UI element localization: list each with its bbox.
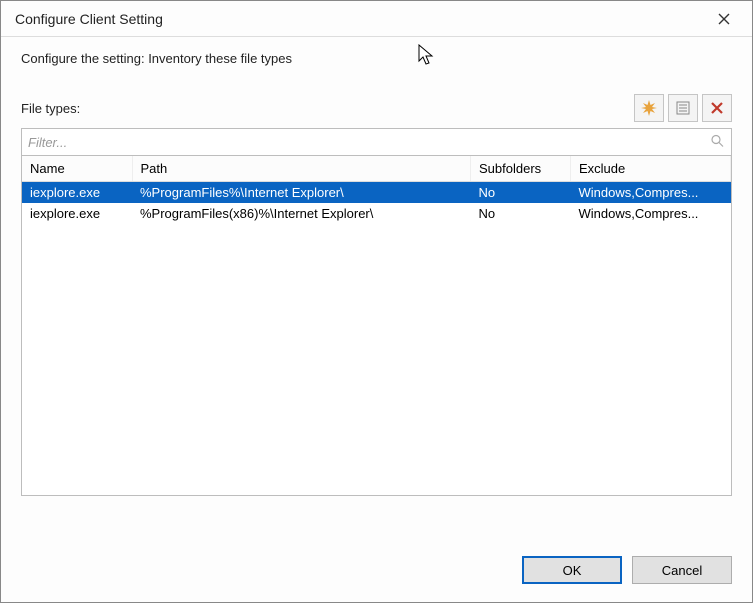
properties-icon [676, 101, 690, 115]
cell-path: %ProgramFiles%\Internet Explorer\ [132, 182, 471, 204]
file-types-label: File types: [21, 101, 630, 116]
col-header-path[interactable]: Path [132, 156, 471, 182]
col-header-exclude[interactable]: Exclude [571, 156, 731, 182]
content-area: Configure the setting: Inventory these f… [1, 37, 752, 542]
new-starburst-icon [641, 100, 657, 116]
new-button[interactable] [634, 94, 664, 122]
cell-path: %ProgramFiles(x86)%\Internet Explorer\ [132, 203, 471, 224]
close-button[interactable] [706, 4, 742, 34]
table-header-row: Name Path Subfolders Exclude [22, 156, 731, 182]
cell-exclude: Windows,Compres... [571, 203, 731, 224]
titlebar: Configure Client Setting [1, 1, 752, 37]
cell-subfolders: No [471, 203, 571, 224]
col-header-subfolders[interactable]: Subfolders [471, 156, 571, 182]
toolbar-row: File types: [21, 94, 732, 122]
setting-description: Configure the setting: Inventory these f… [21, 51, 732, 66]
ok-button[interactable]: OK [522, 556, 622, 584]
cell-subfolders: No [471, 182, 571, 204]
window-title: Configure Client Setting [15, 11, 706, 27]
delete-button[interactable] [702, 94, 732, 122]
col-header-name[interactable]: Name [22, 156, 132, 182]
table-row[interactable]: iexplore.exe%ProgramFiles(x86)%\Internet… [22, 203, 731, 224]
delete-x-icon [710, 101, 724, 115]
table-row[interactable]: iexplore.exe%ProgramFiles%\Internet Expl… [22, 182, 731, 204]
dialog-window: Configure Client Setting Configure the s… [0, 0, 753, 603]
cancel-button[interactable]: Cancel [632, 556, 732, 584]
cell-name: iexplore.exe [22, 182, 132, 204]
filter-wrap [21, 128, 732, 156]
filter-input[interactable] [21, 128, 732, 156]
properties-button[interactable] [668, 94, 698, 122]
close-icon [718, 13, 730, 25]
cell-exclude: Windows,Compres... [571, 182, 731, 204]
cell-name: iexplore.exe [22, 203, 132, 224]
dialog-footer: OK Cancel [1, 542, 752, 602]
file-types-table[interactable]: Name Path Subfolders Exclude iexplore.ex… [21, 156, 732, 496]
